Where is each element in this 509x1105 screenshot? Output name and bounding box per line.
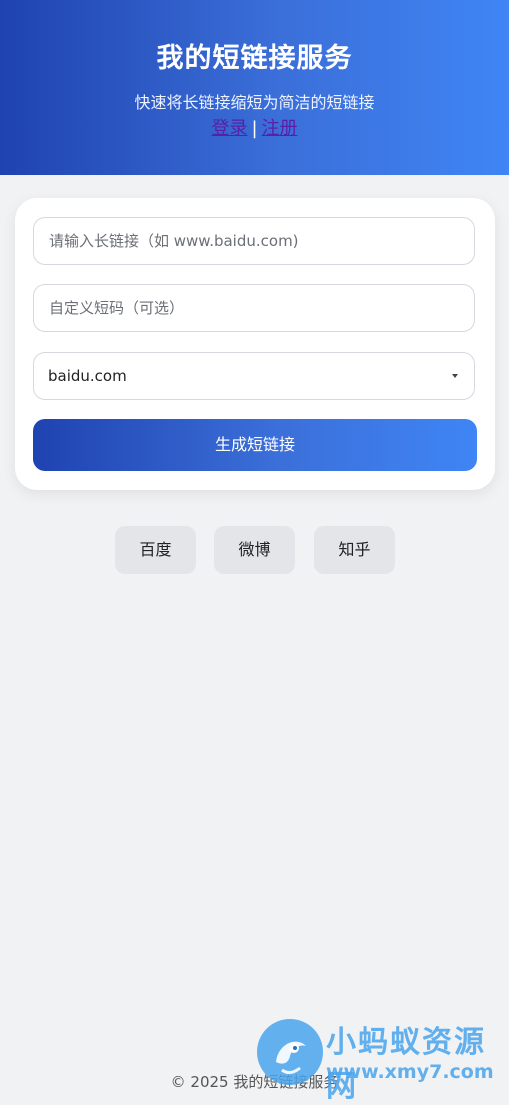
auth-links: 登录 | 注册	[0, 114, 509, 140]
register-link[interactable]: 注册	[262, 118, 298, 139]
footer-copyright: © 2025 我的短链接服务	[170, 1073, 339, 1091]
custom-code-input[interactable]	[33, 284, 475, 332]
quick-link-weibo[interactable]: 微博	[214, 526, 295, 574]
quick-link-zhihu[interactable]: 知乎	[314, 526, 395, 574]
auth-separator: |	[251, 118, 258, 139]
domain-select[interactable]: baidu.com	[33, 352, 475, 400]
quick-link-baidu[interactable]: 百度	[115, 526, 196, 574]
generate-short-link-button[interactable]: 生成短链接	[33, 419, 477, 471]
page-header: 我的短链接服务 快速将长链接缩短为简洁的短链接 登录 | 注册	[0, 0, 509, 175]
page-title: 我的短链接服务	[156, 43, 353, 74]
long-url-input[interactable]	[33, 217, 475, 265]
domain-select-value: baidu.com	[48, 367, 127, 385]
login-link[interactable]: 登录	[211, 118, 247, 139]
chevron-down-icon	[452, 374, 458, 378]
page-subtitle: 快速将长链接缩短为简洁的短链接	[134, 93, 375, 112]
shorten-form-card: baidu.com 生成短链接	[15, 198, 495, 490]
